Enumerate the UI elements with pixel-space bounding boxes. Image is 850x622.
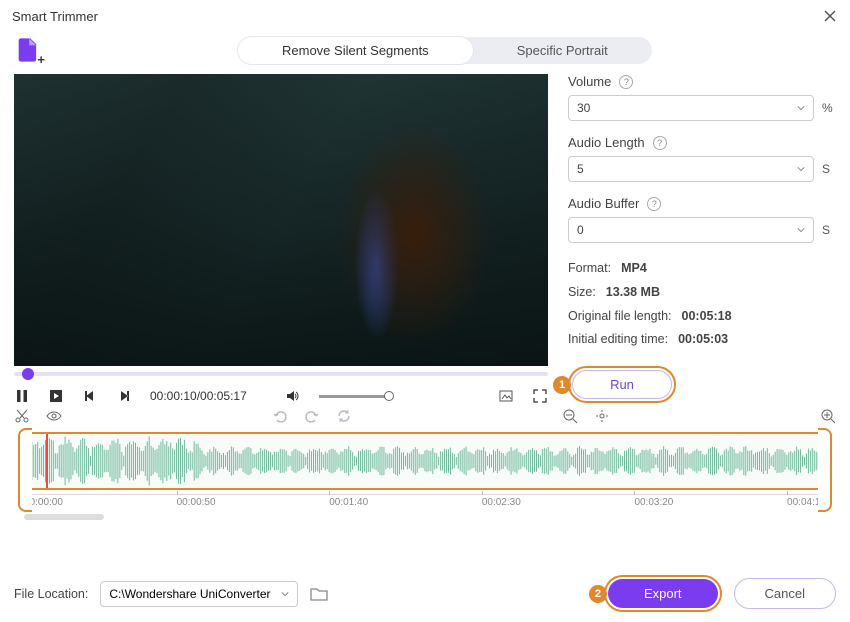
file-location-select[interactable]: C:\Wondershare UniConverter [100,581,297,607]
info-block: Format:MP4 Size:13.38 MB Original file l… [568,257,836,352]
timecode: 00:00:10/00:05:17 [150,389,247,403]
mode-switch: Remove Silent Segments Specific Portrait [238,37,652,64]
tab-specific-portrait[interactable]: Specific Portrait [473,37,652,64]
pause-icon[interactable] [14,388,30,404]
timeline-scrollbar[interactable] [24,514,826,520]
window-title: Smart Trimmer [12,9,98,24]
trim-handle-left[interactable] [18,428,32,512]
tab-remove-silent[interactable]: Remove Silent Segments [238,37,473,64]
help-icon[interactable]: ? [653,136,667,150]
video-preview[interactable] [14,74,548,366]
audio-buffer-unit: S [822,223,836,237]
audio-length-unit: S [822,162,836,176]
volume-icon[interactable] [285,388,301,404]
zoom-in-icon[interactable] [820,408,836,424]
zoom-fit-icon[interactable] [594,408,610,424]
help-icon[interactable]: ? [619,75,633,89]
callout-badge: 2 [589,585,607,603]
run-button[interactable]: Run [572,370,672,399]
audio-buffer-select[interactable]: 0 [568,217,814,243]
refresh-icon[interactable] [336,408,352,424]
callout-badge: 1 [553,376,571,394]
snapshot-icon[interactable] [498,388,514,404]
close-icon[interactable] [822,8,838,24]
cut-icon[interactable] [14,408,30,424]
playhead[interactable] [46,432,48,490]
trim-handle-right[interactable] [818,428,832,512]
prev-icon[interactable] [82,388,98,404]
audio-length-label: Audio Length [568,135,645,150]
fullscreen-icon[interactable] [532,388,548,404]
next-icon[interactable] [116,388,132,404]
volume-label: Volume [568,74,611,89]
folder-icon[interactable] [310,586,328,602]
volume-select[interactable]: 30 [568,95,814,121]
waveform[interactable] [24,432,826,490]
redo-icon[interactable] [304,408,320,424]
help-icon[interactable]: ? [647,197,661,211]
audio-buffer-label: Audio Buffer [568,196,639,211]
undo-icon[interactable] [272,408,288,424]
volume-unit: % [822,101,836,115]
zoom-out-icon[interactable] [562,408,578,424]
volume-slider[interactable] [319,395,389,398]
file-location-label: File Location: [14,587,88,601]
stop-icon[interactable] [48,388,64,404]
timeline-ticks: 00:00:0000:00:5000:01:4000:02:3000:03:20… [24,494,826,508]
export-button[interactable]: Export [608,579,718,608]
eye-icon[interactable] [46,408,62,424]
audio-length-select[interactable]: 5 [568,156,814,182]
add-file-icon[interactable]: + [14,36,42,64]
seek-bar[interactable] [14,372,548,376]
cancel-button[interactable]: Cancel [734,578,836,609]
